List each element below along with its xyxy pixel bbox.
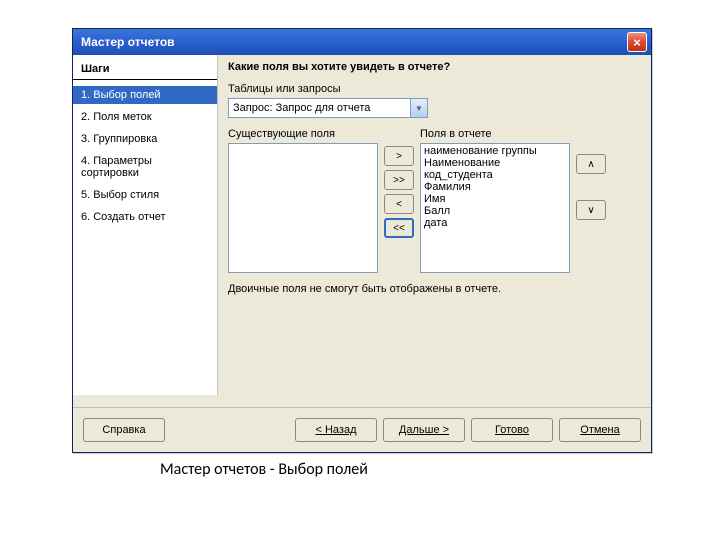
selected-label: Поля в отчете: [420, 128, 570, 140]
titlebar: Мастер отчетов ×: [73, 29, 651, 55]
tables-combo[interactable]: Запрос: Запрос для отчета ▼: [228, 98, 428, 118]
add-button[interactable]: >: [384, 146, 414, 166]
list-item[interactable]: Балл: [422, 205, 568, 217]
chevron-down-reorder-icon: ∨: [587, 205, 594, 216]
main-panel: Какие поля вы хотите увидеть в отчете? Т…: [218, 55, 651, 395]
list-item[interactable]: Имя: [422, 193, 568, 205]
step-item-2[interactable]: 2. Поля меток: [73, 108, 217, 126]
step-item-6[interactable]: 6. Создать отчет: [73, 208, 217, 226]
remove-all-button[interactable]: <<: [384, 218, 414, 238]
finish-button[interactable]: Готово: [471, 418, 553, 442]
list-item[interactable]: Наименование: [422, 157, 568, 169]
step-item-3[interactable]: 3. Группировка: [73, 130, 217, 148]
step-item-5[interactable]: 5. Выбор стиля: [73, 186, 217, 204]
figure-caption: Мастер отчетов - Выбор полей: [160, 460, 368, 479]
window-title: Мастер отчетов: [81, 35, 175, 49]
add-all-button[interactable]: >>: [384, 170, 414, 190]
move-up-button[interactable]: ∧: [576, 154, 606, 174]
list-item[interactable]: наименование группы: [422, 145, 568, 157]
page-question: Какие поля вы хотите увидеть в отчете?: [228, 61, 641, 73]
step-item-1[interactable]: 1. Выбор полей: [73, 86, 217, 104]
close-icon: ×: [633, 35, 641, 50]
binary-fields-note: Двоичные поля не смогут быть отображены …: [228, 283, 641, 295]
help-button[interactable]: Справка: [83, 418, 165, 442]
wizard-dialog: Мастер отчетов × Шаги 1. Выбор полей 2. П…: [72, 28, 652, 453]
chevron-up-icon: ∧: [587, 159, 594, 170]
tables-label: Таблицы или запросы: [228, 83, 641, 95]
remove-button[interactable]: <: [384, 194, 414, 214]
available-fields-listbox[interactable]: [228, 143, 378, 273]
selected-fields-listbox[interactable]: наименование группыНаименованиекод_студе…: [420, 143, 570, 273]
step-item-4[interactable]: 4. Параметры сортировки: [73, 152, 217, 182]
back-button[interactable]: < Назад: [295, 418, 377, 442]
move-buttons: > >> < <<: [384, 146, 414, 238]
available-label: Существующие поля: [228, 128, 378, 140]
combo-value: Запрос: Запрос для отчета: [233, 102, 410, 114]
close-button[interactable]: ×: [627, 32, 647, 52]
steps-header: Шаги: [73, 61, 217, 80]
cancel-button[interactable]: Отмена: [559, 418, 641, 442]
list-item[interactable]: дата: [422, 217, 568, 229]
list-item[interactable]: код_студента: [422, 169, 568, 181]
dialog-body: Шаги 1. Выбор полей 2. Поля меток 3. Групп…: [73, 55, 651, 395]
next-button[interactable]: Дальше >: [383, 418, 465, 442]
chevron-down-icon: ▼: [410, 99, 427, 117]
list-item[interactable]: Фамилия: [422, 181, 568, 193]
move-down-button[interactable]: ∨: [576, 200, 606, 220]
button-row: Справка < Назад Дальше > Готово Отмена: [73, 408, 651, 452]
reorder-buttons: ∧ ∨: [576, 154, 606, 220]
steps-sidebar: Шаги 1. Выбор полей 2. Поля меток 3. Групп…: [73, 55, 218, 395]
fields-row: Существующие поля > >> < << Поля в отчет…: [228, 128, 641, 273]
